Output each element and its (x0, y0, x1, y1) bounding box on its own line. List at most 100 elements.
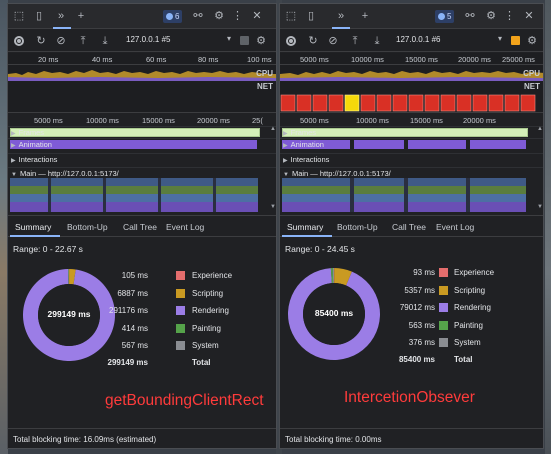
net-label: NET (257, 82, 273, 91)
frames-track-label[interactable]: ▶ Frames (11, 128, 44, 137)
tab-summary[interactable]: Summary (15, 222, 51, 232)
flame-tick: 15000 ms (142, 116, 175, 125)
network-graph: NET (8, 81, 276, 93)
legend-label: System (192, 341, 219, 350)
scroll-up-arrow-icon[interactable]: ▲ (537, 126, 543, 132)
tab-call-tree[interactable]: Call Tree (392, 222, 426, 232)
device-toolbar-icon[interactable]: ▯ (32, 10, 46, 23)
record-button[interactable] (286, 36, 296, 46)
legend-row-system: 376 ms System (373, 337, 523, 349)
clear-icon[interactable]: ⊘ (54, 34, 68, 48)
close-devtools-icon[interactable]: ✕ (522, 10, 536, 23)
clear-icon[interactable]: ⊘ (326, 34, 340, 48)
connection-icon[interactable]: ⚯ (463, 10, 477, 23)
flame-chart[interactable]: 5000 ms 10000 ms 15000 ms 20000 ms 25( ▶… (8, 114, 276, 216)
tab-bottom-up[interactable]: Bottom-Up (67, 222, 108, 232)
frames-track-label[interactable]: ▶ Frames (283, 128, 316, 137)
details-tab-bar: Summary Bottom-Up Call Tree Event Log (280, 217, 543, 237)
animation-track[interactable]: ▶ Animation (8, 138, 276, 149)
issues-badge[interactable]: 5 (435, 10, 455, 23)
settings-gear-icon[interactable]: ⚙ (484, 10, 498, 23)
profile-selector[interactable]: 127.0.0.1 #6 (396, 35, 440, 44)
legend-label: Painting (192, 324, 221, 333)
reload-record-icon[interactable]: ↻ (306, 34, 320, 48)
scroll-up-arrow-icon[interactable]: ▲ (270, 126, 276, 132)
capture-settings-gear-icon[interactable]: ⚙ (254, 34, 268, 48)
timeline-overview[interactable]: 5000 ms 10000 ms 15000 ms 20000 ms 25000… (280, 53, 543, 113)
overview-tick: 10000 ms (351, 55, 384, 64)
upload-profile-icon[interactable]: ⤒ (348, 34, 362, 48)
capture-settings-gear-icon[interactable]: ⚙ (525, 34, 539, 48)
download-profile-icon[interactable]: ⤓ (370, 34, 384, 48)
legend-value: 6887 ms (117, 289, 148, 298)
legend-row-painting: 414 ms Painting (115, 323, 265, 335)
upload-profile-icon[interactable]: ⤒ (76, 34, 90, 48)
chevron-down-icon[interactable]: ▾ (227, 34, 231, 43)
active-tab-indicator (10, 235, 60, 237)
cpu-activity-graph: CPU (280, 65, 543, 81)
frames-bar (10, 128, 260, 137)
connection-icon[interactable]: ⚯ (191, 10, 205, 23)
legend-label: Experience (454, 268, 495, 277)
record-button[interactable] (14, 36, 24, 46)
cpu-label: CPU (523, 69, 540, 78)
legend-label: Scripting (454, 286, 486, 295)
summary-donut-chart: 85400 ms (285, 265, 383, 363)
performance-toolbar: ↻ ⊘ ⤒ ⤓ 127.0.0.1 #6 ▾ ⚙ (280, 30, 543, 52)
more-panels-chevron-icon[interactable]: » (54, 10, 68, 23)
screenshots-checkbox[interactable] (240, 36, 249, 45)
interactions-track[interactable]: ▶ Interactions (280, 153, 543, 164)
legend-value: 414 ms (121, 324, 148, 333)
interactions-track-label[interactable]: ▶ Interactions (11, 155, 57, 164)
reload-record-icon[interactable]: ↻ (34, 34, 48, 48)
filmstrip-thumbnails (280, 94, 536, 112)
legend-row-total: 85400 ms Total (373, 354, 523, 366)
flame-ruler: 5000 ms 10000 ms 15000 ms 20000 ms (280, 114, 543, 125)
overview-tick: 5000 ms (300, 55, 329, 64)
frames-track[interactable]: ▶ Frames (8, 126, 276, 137)
chevron-down-icon[interactable]: ▾ (498, 34, 502, 43)
settings-gear-icon[interactable]: ⚙ (212, 10, 226, 23)
frames-track[interactable]: ▶ Frames (280, 126, 543, 137)
inspect-element-icon[interactable]: ⬚ (284, 10, 298, 23)
animation-track[interactable]: ▶ Animation (280, 138, 543, 149)
main-thread-flame (280, 172, 543, 216)
device-toolbar-icon[interactable]: ▯ (304, 10, 318, 23)
devtools-panel-left: ⬚ ▯ » + 6 ⚯ ⚙ ⋮ ✕ ↻ ⊘ ⤒ ⤓ 127.0.0.1 #5 ▾… (7, 3, 277, 449)
flame-chart[interactable]: 5000 ms 10000 ms 15000 ms 20000 ms ▶ Fram… (280, 114, 543, 216)
timeline-overview[interactable]: 20 ms 40 ms 60 ms 80 ms 100 ms CPU NET (8, 53, 276, 113)
issues-badge[interactable]: 6 (163, 10, 183, 23)
more-panels-chevron-icon[interactable]: » (334, 10, 348, 23)
main-track-label[interactable]: ▼ Main — http://127.0.0.1:5173/ (283, 169, 391, 178)
selection-range: Range: 0 - 22.67 s (13, 244, 83, 254)
interactions-track-label[interactable]: ▶ Interactions (283, 155, 329, 164)
active-tab-indicator (282, 235, 332, 237)
animation-track-label[interactable]: ▶ Animation (11, 140, 52, 149)
total-blocking-time: Total blocking time: 0.00ms (285, 435, 382, 444)
close-devtools-icon[interactable]: ✕ (250, 10, 264, 23)
donut-total-label: 85400 ms (314, 308, 354, 318)
tab-summary[interactable]: Summary (287, 222, 323, 232)
overview-tick: 80 ms (198, 55, 219, 64)
legend-row-rendering: 79012 ms Rendering (373, 302, 523, 314)
scroll-down-arrow-icon[interactable]: ▼ (270, 204, 276, 210)
screenshots-checkbox[interactable] (511, 36, 520, 45)
tab-bottom-up[interactable]: Bottom-Up (337, 222, 378, 232)
more-options-icon[interactable]: ⋮ (232, 10, 243, 23)
main-track-label[interactable]: ▼ Main — http://127.0.0.1:5173/ (11, 169, 119, 178)
tab-event-log[interactable]: Event Log (166, 222, 204, 232)
profile-selector[interactable]: 127.0.0.1 #5 (126, 35, 170, 44)
animation-track-label[interactable]: ▶ Animation (283, 140, 324, 149)
inspect-element-icon[interactable]: ⬚ (12, 10, 26, 23)
network-graph: NET (280, 81, 543, 93)
more-options-icon[interactable]: ⋮ (504, 10, 515, 23)
tab-call-tree[interactable]: Call Tree (123, 222, 157, 232)
add-tab-icon[interactable]: + (358, 10, 372, 23)
scroll-down-arrow-icon[interactable]: ▼ (537, 204, 543, 210)
active-tab-indicator (53, 27, 71, 29)
add-tab-icon[interactable]: + (74, 10, 88, 23)
tab-event-log[interactable]: Event Log (436, 222, 474, 232)
download-profile-icon[interactable]: ⤓ (98, 34, 112, 48)
cpu-label: CPU (256, 69, 273, 78)
interactions-track[interactable]: ▶ Interactions (8, 153, 276, 164)
